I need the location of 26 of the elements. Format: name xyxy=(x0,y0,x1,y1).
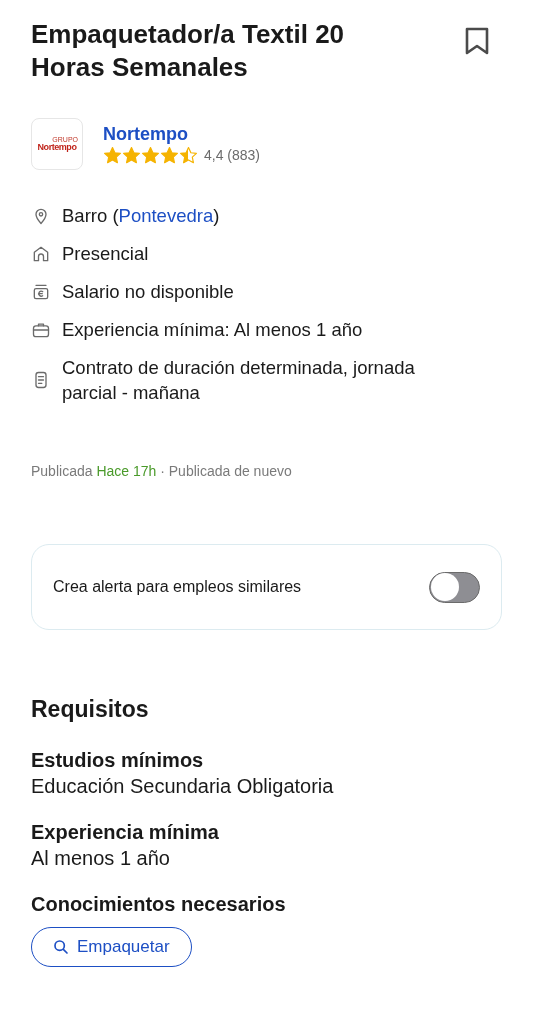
requirement-value: Educación Secundaria Obligatoria xyxy=(31,773,335,799)
detail-text: Barro (Pontevedra) xyxy=(62,204,221,228)
job-title: Empaquetador/a Textil 20 Horas Semanales xyxy=(31,18,346,84)
bookmark-button[interactable] xyxy=(464,26,490,56)
star-icon xyxy=(160,145,179,165)
logo-wordmark: Nortempo xyxy=(37,143,77,152)
detail-text: Presencial xyxy=(62,242,150,266)
requirement-title: Conocimientos necesarios xyxy=(31,891,287,917)
requirement-title: Estudios mínimos xyxy=(31,747,205,773)
rating-text: 4,4 (883) xyxy=(204,145,261,165)
detail-text: Contrato de duración determinada, jornada parcial - mañana xyxy=(62,356,416,405)
published-info: Publicada Hace 17h · Publicada de nuevo xyxy=(31,462,293,481)
detail-text: Salario no disponible xyxy=(62,280,235,304)
requirement-title: Experiencia mínima xyxy=(31,819,220,845)
company-link[interactable]: Nortempo xyxy=(103,122,261,145)
star-icon xyxy=(141,145,160,165)
alert-toggle[interactable] xyxy=(429,571,480,603)
province-link[interactable]: Pontevedra xyxy=(118,205,214,226)
star-icon xyxy=(179,145,198,165)
detail-text: Experiencia mínima: Al menos 1 año xyxy=(62,318,364,342)
star-icon xyxy=(103,145,122,165)
requirement-value: Al menos 1 año xyxy=(31,845,171,871)
search-icon xyxy=(53,938,69,955)
section-heading: Requisitos xyxy=(31,695,150,724)
star-icon xyxy=(122,145,141,165)
alert-label: Crea alerta para empleos similares xyxy=(53,577,302,597)
